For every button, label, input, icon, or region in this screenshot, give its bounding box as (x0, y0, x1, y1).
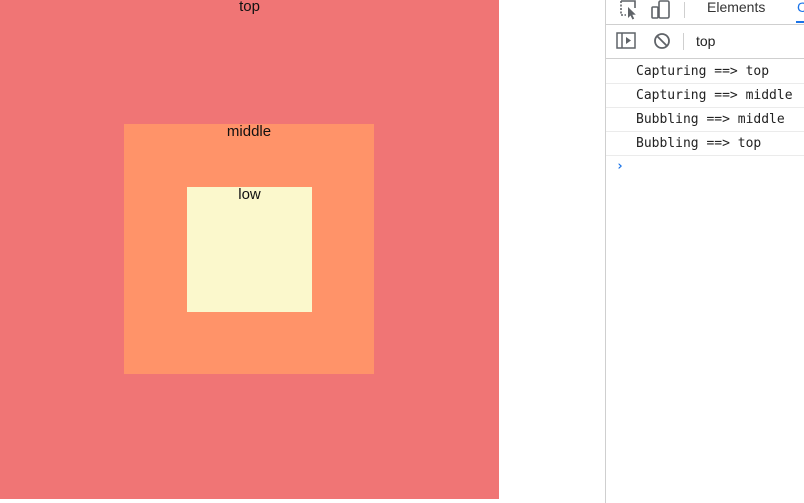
console-message-text: Bubbling ==> middle (636, 112, 785, 127)
low-box[interactable]: low (187, 187, 312, 312)
middle-box[interactable]: middle low (124, 124, 374, 374)
devtools-panel: Elements C top Cap (605, 0, 804, 503)
console-message-text: Bubbling ==> top (636, 136, 762, 151)
device-toolbar-icon[interactable] (650, 0, 672, 20)
low-box-label: low (238, 186, 261, 203)
inspect-element-icon[interactable] (618, 0, 640, 20)
console-message: Capturing ==> middle (606, 84, 804, 108)
top-box-label: top (239, 0, 260, 15)
console-message: Bubbling ==> top (606, 132, 804, 156)
clear-console-icon[interactable] (652, 32, 674, 52)
console-sidebar-icon[interactable] (616, 32, 638, 52)
console-message-text: Capturing ==> middle (636, 88, 793, 103)
screen: top middle low Elements top Capturing ==… (0, 0, 804, 503)
top-box[interactable]: top middle low (0, 0, 499, 499)
context-selector[interactable]: top (696, 33, 715, 50)
console-message: Capturing ==> top (606, 60, 804, 84)
console-message-text: Capturing ==> top (636, 64, 770, 79)
middle-box-label: middle (226, 123, 272, 140)
console-prompt-icon: › (616, 159, 624, 174)
console-message: Bubbling ==> middle (606, 108, 804, 132)
console-log: Capturing ==> top Capturing ==> middle B… (606, 60, 804, 178)
devtools-tab-bar: Elements C (606, 0, 804, 25)
tab-elements[interactable]: Elements (707, 0, 765, 16)
tab-separator (684, 2, 685, 18)
toolbar-separator (683, 33, 684, 50)
console-prompt[interactable]: › (606, 156, 804, 178)
active-tab-indicator (796, 21, 804, 23)
console-toolbar: top (606, 25, 804, 59)
tab-console[interactable]: C (797, 0, 804, 16)
